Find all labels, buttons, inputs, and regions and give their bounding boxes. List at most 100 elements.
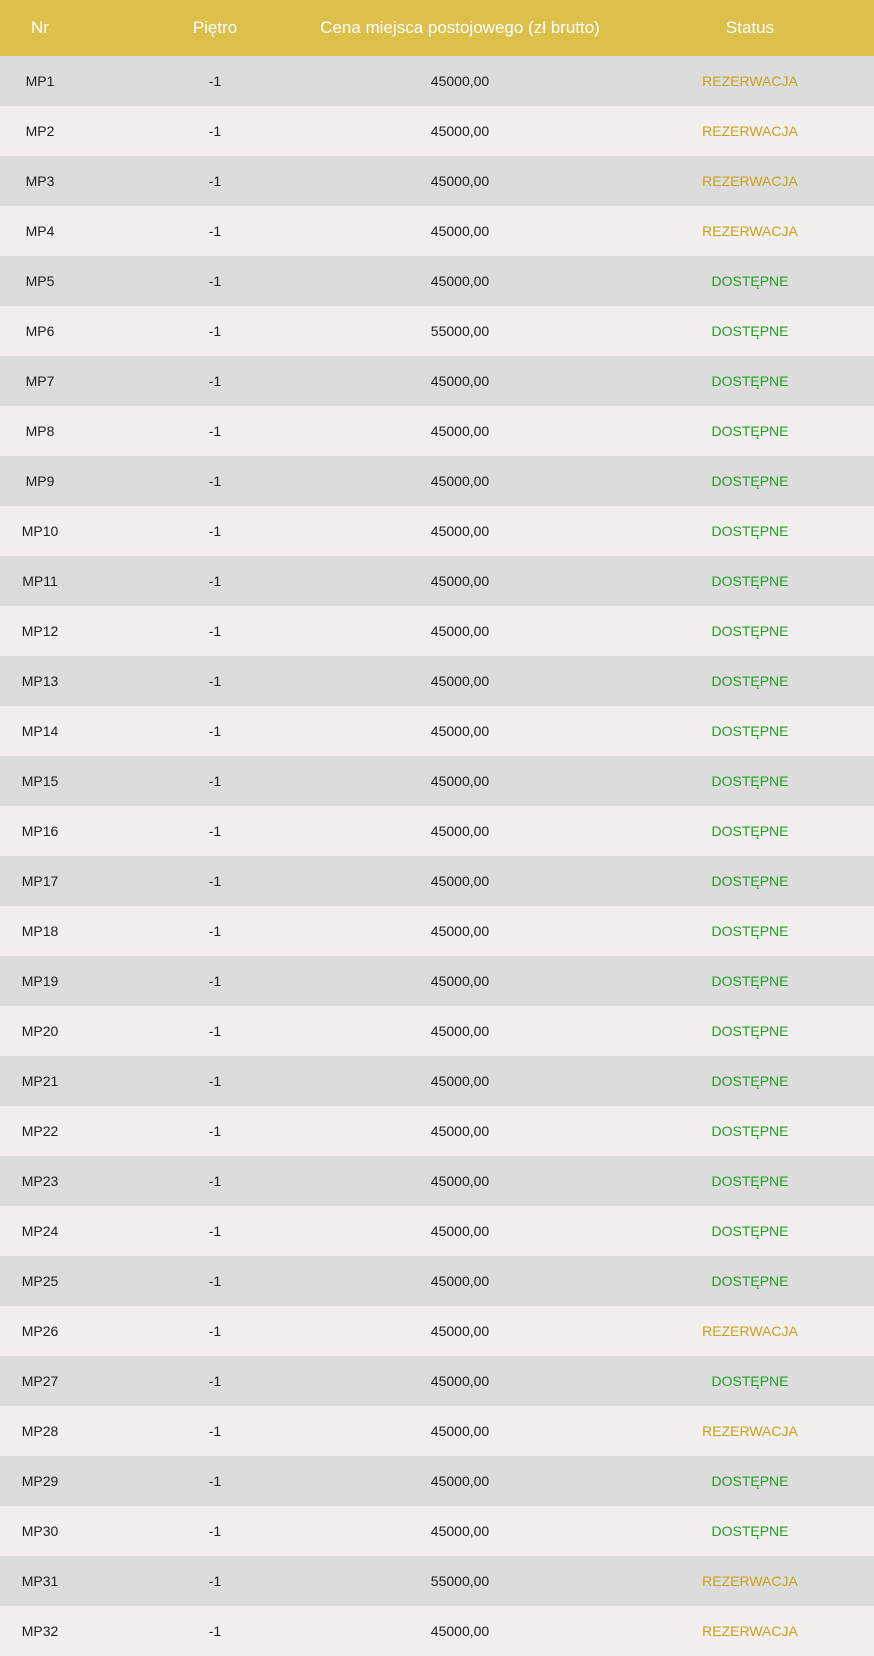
cell-nr: MP13 — [21, 673, 59, 689]
cell-floor: -1 — [208, 723, 222, 739]
parking-spaces-table: Nr Piętro Cena miejsca postojowego (zł b… — [0, 0, 874, 1656]
table-row: MP25 -1 45000,00 DOSTĘPNE — [0, 1256, 874, 1306]
cell-price: 45000,00 — [430, 1373, 490, 1389]
cell-status: DOSTĘPNE — [711, 1523, 789, 1539]
cell-nr: MP21 — [21, 1073, 59, 1089]
table-row: MP12 -1 45000,00 DOSTĘPNE — [0, 606, 874, 656]
cell-floor: -1 — [208, 1523, 222, 1539]
cell-price: 45000,00 — [430, 1623, 490, 1639]
cell-floor: -1 — [208, 1273, 222, 1289]
cell-floor: -1 — [208, 973, 222, 989]
cell-floor: -1 — [208, 1073, 222, 1089]
cell-nr: MP4 — [25, 223, 55, 239]
cell-floor: -1 — [208, 1023, 222, 1039]
cell-status: DOSTĘPNE — [711, 523, 789, 539]
cell-status: REZERWACJA — [702, 1323, 798, 1339]
cell-status: DOSTĘPNE — [711, 323, 789, 339]
cell-status: DOSTĘPNE — [711, 773, 789, 789]
cell-price: 45000,00 — [430, 923, 490, 939]
cell-floor: -1 — [208, 173, 222, 189]
cell-floor: -1 — [208, 1173, 222, 1189]
table-row: MP7 -1 45000,00 DOSTĘPNE — [0, 356, 874, 406]
table-row: MP21 -1 45000,00 DOSTĘPNE — [0, 1056, 874, 1106]
table-row: MP26 -1 45000,00 REZERWACJA — [0, 1306, 874, 1356]
cell-price: 55000,00 — [430, 323, 490, 339]
cell-status: DOSTĘPNE — [711, 273, 789, 289]
cell-price: 45000,00 — [430, 673, 490, 689]
table-row: MP18 -1 45000,00 DOSTĘPNE — [0, 906, 874, 956]
cell-floor: -1 — [208, 423, 222, 439]
cell-nr: MP28 — [21, 1423, 59, 1439]
cell-status: DOSTĘPNE — [711, 723, 789, 739]
cell-status: DOSTĘPNE — [711, 423, 789, 439]
table-row: MP31 -1 55000,00 REZERWACJA — [0, 1556, 874, 1606]
cell-status: DOSTĘPNE — [711, 473, 789, 489]
cell-nr: MP30 — [21, 1523, 59, 1539]
table-row: MP28 -1 45000,00 REZERWACJA — [0, 1406, 874, 1456]
cell-floor: -1 — [208, 1573, 222, 1589]
cell-floor: -1 — [208, 73, 222, 89]
cell-price: 45000,00 — [430, 73, 490, 89]
table-row: MP22 -1 45000,00 DOSTĘPNE — [0, 1106, 874, 1156]
cell-nr: MP11 — [22, 573, 58, 589]
table-row: MP27 -1 45000,00 DOSTĘPNE — [0, 1356, 874, 1406]
cell-nr: MP32 — [21, 1623, 59, 1639]
cell-status: REZERWACJA — [702, 173, 798, 189]
table-header: Nr Piętro Cena miejsca postojowego (zł b… — [0, 0, 874, 56]
cell-nr: MP29 — [21, 1473, 59, 1489]
table-row: MP10 -1 45000,00 DOSTĘPNE — [0, 506, 874, 556]
cell-nr: MP6 — [25, 323, 55, 339]
cell-floor: -1 — [208, 273, 222, 289]
cell-price: 45000,00 — [430, 1023, 490, 1039]
cell-price: 45000,00 — [430, 423, 490, 439]
cell-nr: MP7 — [25, 373, 55, 389]
cell-nr: MP23 — [21, 1173, 59, 1189]
cell-status: DOSTĘPNE — [711, 923, 789, 939]
cell-price: 45000,00 — [430, 723, 490, 739]
cell-status: DOSTĘPNE — [711, 573, 789, 589]
table-row: MP4 -1 45000,00 REZERWACJA — [0, 206, 874, 256]
cell-nr: MP8 — [25, 423, 55, 439]
table-row: MP6 -1 55000,00 DOSTĘPNE — [0, 306, 874, 356]
cell-floor: -1 — [208, 223, 222, 239]
cell-floor: -1 — [208, 1123, 222, 1139]
cell-status: DOSTĘPNE — [711, 1473, 789, 1489]
cell-price: 45000,00 — [430, 873, 490, 889]
cell-price: 45000,00 — [430, 1123, 490, 1139]
cell-floor: -1 — [208, 1473, 222, 1489]
cell-price: 45000,00 — [430, 123, 490, 139]
cell-nr: MP12 — [21, 623, 59, 639]
cell-nr: MP24 — [21, 1223, 59, 1239]
cell-price: 45000,00 — [430, 373, 490, 389]
cell-nr: MP19 — [21, 973, 59, 989]
cell-nr: MP16 — [21, 823, 59, 839]
cell-floor: -1 — [208, 1223, 222, 1239]
cell-nr: MP22 — [21, 1123, 59, 1139]
cell-status: DOSTĘPNE — [711, 373, 789, 389]
cell-nr: MP5 — [25, 273, 55, 289]
table-row: MP24 -1 45000,00 DOSTĘPNE — [0, 1206, 874, 1256]
table-row: MP14 -1 45000,00 DOSTĘPNE — [0, 706, 874, 756]
cell-status: DOSTĘPNE — [711, 873, 789, 889]
cell-floor: -1 — [208, 323, 222, 339]
cell-price: 45000,00 — [430, 773, 490, 789]
table-row: MP19 -1 45000,00 DOSTĘPNE — [0, 956, 874, 1006]
cell-floor: -1 — [208, 1323, 222, 1339]
header-nr: Nr — [31, 18, 49, 37]
cell-price: 45000,00 — [430, 1473, 490, 1489]
cell-price: 45000,00 — [430, 1173, 490, 1189]
cell-status: DOSTĘPNE — [711, 823, 789, 839]
cell-price: 45000,00 — [430, 823, 490, 839]
table-row: MP17 -1 45000,00 DOSTĘPNE — [0, 856, 874, 906]
header-status: Status — [725, 18, 775, 37]
cell-price: 45000,00 — [430, 573, 490, 589]
table-row: MP13 -1 45000,00 DOSTĘPNE — [0, 656, 874, 706]
cell-price: 45000,00 — [430, 223, 490, 239]
cell-nr: MP26 — [21, 1323, 59, 1339]
cell-floor: -1 — [208, 773, 222, 789]
table-row: MP9 -1 45000,00 DOSTĘPNE — [0, 456, 874, 506]
cell-floor: -1 — [208, 523, 222, 539]
cell-nr: MP20 — [21, 1023, 59, 1039]
cell-nr: MP27 — [21, 1373, 59, 1389]
table-row: MP2 -1 45000,00 REZERWACJA — [0, 106, 874, 156]
